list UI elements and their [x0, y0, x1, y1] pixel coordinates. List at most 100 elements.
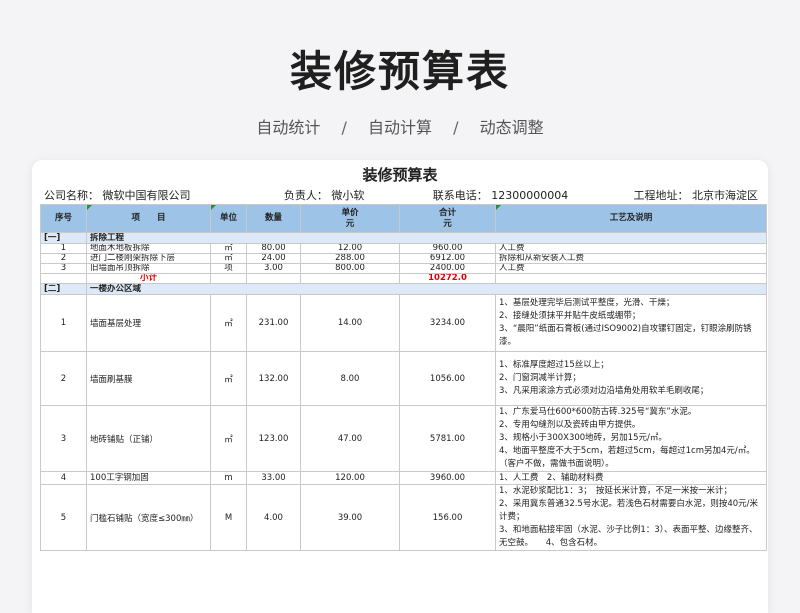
- cell-item[interactable]: 门槛石铺贴（宽度≤300㎜）: [86, 484, 211, 551]
- feature-tags: 自动统计 / 自动计算 / 动态调整: [0, 114, 800, 138]
- description-line: 2、采用冀东普通32.5号水泥。若浅色石材需要白水泥，则按40元/米计费；: [499, 499, 759, 522]
- header-total[interactable]: 合计 元: [399, 204, 496, 233]
- table-row: 3 旧墙面吊顶拆除 项 3.00 800.00 2400.00 人工费: [40, 263, 767, 274]
- group-code[interactable]: [一]: [40, 232, 87, 244]
- group-header-row: [一] 拆除工程: [40, 232, 767, 244]
- cell-index[interactable]: 2: [40, 351, 87, 406]
- subtotal-row: 小计 10272.0: [40, 273, 767, 284]
- cell-unit[interactable]: ㎡: [210, 253, 247, 264]
- cell-unit[interactable]: M: [210, 484, 247, 551]
- cell-total[interactable]: 156.00: [399, 484, 496, 551]
- cell-quantity[interactable]: 123.00: [246, 405, 301, 472]
- cell-item[interactable]: 100工字钢加固: [86, 471, 211, 485]
- cell-description[interactable]: 人工费: [495, 263, 767, 274]
- table-row: 2 进门二楼刚架拆除下层 ㎡ 24.00 288.00 6912.00 拆除和从…: [40, 253, 767, 264]
- cell-quantity[interactable]: 132.00: [246, 351, 301, 406]
- cell-unit[interactable]: ㎡: [210, 294, 247, 352]
- cell-empty[interactable]: [40, 273, 87, 284]
- cell-unit[interactable]: ㎡: [210, 405, 247, 472]
- cell-item[interactable]: 旧墙面吊顶拆除: [86, 263, 211, 274]
- group-code[interactable]: [二]: [40, 283, 87, 295]
- cell-description[interactable]: 1、广东爱马仕600*600防古砖.325号“冀东”水泥。 2、专用勾缝剂以及瓷…: [495, 405, 767, 472]
- cell-quantity[interactable]: 4.00: [246, 484, 301, 551]
- project-address[interactable]: 工程地址： 北京市海淀区: [634, 188, 759, 204]
- cell-unit-price[interactable]: 288.00: [300, 253, 400, 264]
- description-line: 4、地面平整度不大于5cm，若超过5cm，每超过1cm另加4元/㎡。（客户不做，…: [499, 446, 755, 469]
- description-line: 1、标准厚度超过15丝以上；: [499, 360, 609, 370]
- header-description[interactable]: 工艺及说明: [495, 204, 767, 233]
- cell-quantity[interactable]: 33.00: [246, 471, 301, 485]
- table-row: 1 墙面基层处理 ㎡ 231.00 14.00 3234.00 1、基层处理完毕…: [40, 294, 767, 352]
- cell-index[interactable]: 3: [40, 263, 87, 274]
- cell-item[interactable]: 进门二楼刚架拆除下层: [86, 253, 211, 264]
- cell-unit[interactable]: ㎡: [210, 243, 247, 254]
- cell-total[interactable]: 3234.00: [399, 294, 496, 352]
- cell-total[interactable]: 5781.00: [399, 405, 496, 472]
- table-row: 4 100工字钢加固 m 33.00 120.00 3960.00 1、人工费 …: [40, 471, 767, 485]
- cell-item[interactable]: 地砖铺贴（正铺）: [86, 405, 211, 472]
- description-line: 1、水泥砂浆配比1：3； 按延长米计算，不足一米按一米计；: [499, 486, 732, 496]
- header-row: 序号 项 目 单位 数量 单价 元 合计 元 工艺及说明: [40, 204, 767, 233]
- company-name[interactable]: 公司名称： 微软中国有限公司: [44, 188, 284, 204]
- header-index[interactable]: 序号: [40, 204, 87, 233]
- cell-item[interactable]: 地面木地板拆除: [86, 243, 211, 254]
- group-name[interactable]: 一楼办公区域: [86, 283, 767, 295]
- contact-phone[interactable]: 联系电话： 12300000004: [433, 188, 634, 204]
- cell-unit-price[interactable]: 8.00: [300, 351, 400, 406]
- cell-description[interactable]: 拆除和从新安装人工费: [495, 253, 767, 264]
- cell-empty[interactable]: [495, 273, 767, 284]
- cell-unit[interactable]: ㎡: [210, 351, 247, 406]
- cell-quantity[interactable]: 24.00: [246, 253, 301, 264]
- cell-item[interactable]: 墙面刷基膜: [86, 351, 211, 406]
- cell-description[interactable]: 人工费: [495, 243, 767, 254]
- page-title: 装修预算表: [289, 47, 510, 96]
- feature-tag: 动态调整: [479, 118, 544, 137]
- cell-unit-price[interactable]: 47.00: [300, 405, 400, 472]
- cell-item[interactable]: 墙面基层处理: [86, 294, 211, 352]
- cell-unit-price[interactable]: 39.00: [300, 484, 400, 551]
- cell-description[interactable]: 1、水泥砂浆配比1：3； 按延长米计算，不足一米按一米计； 2、采用冀东普通32…: [495, 484, 767, 551]
- description-line: 3、规格小于300X300地砖，另加15元/㎡。: [499, 433, 667, 443]
- cell-unit-price[interactable]: 800.00: [300, 263, 400, 274]
- cell-quantity[interactable]: 3.00: [246, 263, 301, 274]
- group-name[interactable]: 拆除工程: [86, 232, 767, 244]
- feature-tag: 自动统计: [256, 118, 321, 137]
- description-line: 3、和地面粘接牢固（水泥、沙子比例1：3）、表面平整、边缘整齐、无空鼓。 4、包…: [499, 525, 758, 548]
- cell-index[interactable]: 3: [40, 405, 87, 472]
- table-row: 1 地面木地板拆除 ㎡ 80.00 12.00 960.00 人工费: [40, 243, 767, 254]
- cell-total[interactable]: 6912.00: [399, 253, 496, 264]
- cell-unit[interactable]: m: [210, 471, 247, 485]
- tag-separator: /: [453, 118, 459, 137]
- cell-description[interactable]: 1、人工费 2、辅助材料费: [495, 471, 767, 485]
- cell-unit-price[interactable]: 120.00: [300, 471, 400, 485]
- feature-tag: 自动计算: [367, 118, 432, 137]
- cell-quantity[interactable]: 231.00: [246, 294, 301, 352]
- description-line: 2、接缝处须抹平并贴牛皮纸或绷带；: [499, 311, 641, 321]
- cell-description[interactable]: 1、基层处理完毕后测试平整度，光滑、干燥； 2、接缝处须抹平并贴牛皮纸或绷带； …: [495, 294, 767, 352]
- cell-index[interactable]: 4: [40, 471, 87, 485]
- cell-index[interactable]: 1: [40, 294, 87, 352]
- cell-empty[interactable]: [300, 273, 400, 284]
- cell-total[interactable]: 3960.00: [399, 471, 496, 485]
- cell-total[interactable]: 1056.00: [399, 351, 496, 406]
- header-unit-price[interactable]: 单价 元: [300, 204, 400, 233]
- cell-index[interactable]: 2: [40, 253, 87, 264]
- cell-description[interactable]: 1、标准厚度超过15丝以上； 2、门窗洞减半计算； 3、凡采用滚涂方式必须对边沿…: [495, 351, 767, 406]
- cell-unit[interactable]: 项: [210, 263, 247, 274]
- header-item[interactable]: 项 目: [86, 204, 211, 233]
- header-quantity[interactable]: 数量: [246, 204, 301, 233]
- person-in-charge[interactable]: 负责人： 微小软: [284, 188, 433, 204]
- cell-index[interactable]: 1: [40, 243, 87, 254]
- cell-total[interactable]: 2400.00: [399, 263, 496, 274]
- cell-total[interactable]: 960.00: [399, 243, 496, 254]
- cell-index[interactable]: 5: [40, 484, 87, 551]
- cell-quantity[interactable]: 80.00: [246, 243, 301, 254]
- cell-empty[interactable]: [210, 273, 247, 284]
- table-row: 3 地砖铺贴（正铺） ㎡ 123.00 47.00 5781.00 1、广东爱马…: [40, 405, 767, 472]
- header-unit[interactable]: 单位: [210, 204, 247, 233]
- subtotal-value[interactable]: 10272.0: [399, 273, 496, 284]
- cell-empty[interactable]: [246, 273, 301, 284]
- cell-unit-price[interactable]: 12.00: [300, 243, 400, 254]
- cell-unit-price[interactable]: 14.00: [300, 294, 400, 352]
- subtotal-label[interactable]: 小计: [86, 273, 211, 284]
